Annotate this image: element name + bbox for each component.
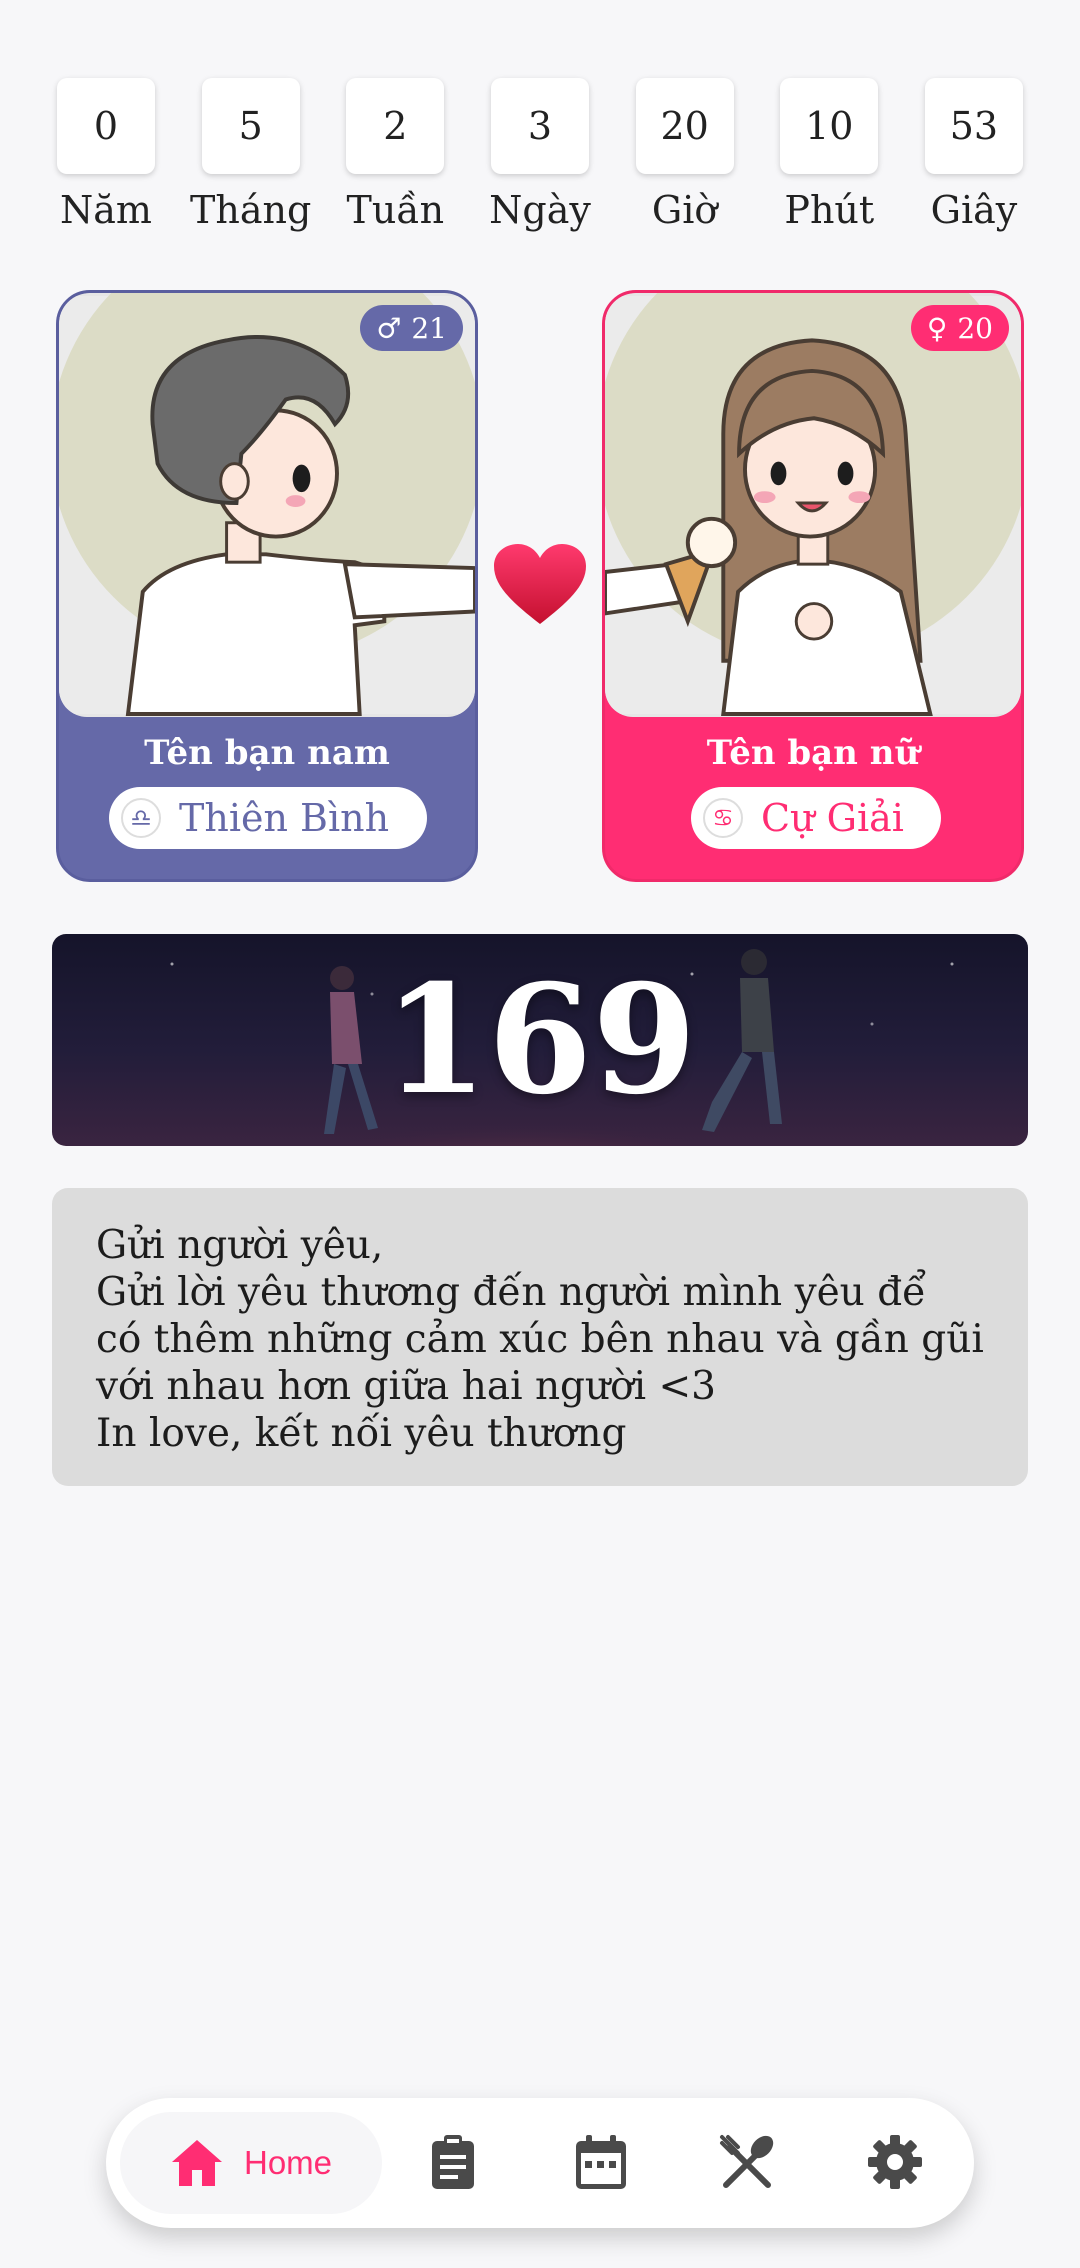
days-together-count: 169: [383, 952, 697, 1128]
nav-home-button[interactable]: Home: [120, 2112, 382, 2214]
male-name[interactable]: Tên bạn nam: [59, 733, 475, 773]
countdown-value: 5: [201, 78, 300, 174]
message-line: có thêm những cảm xúc bên nhau và gần gũ…: [96, 1317, 984, 1362]
countdown-weeks: 2 Tuần: [345, 78, 445, 232]
countdown-label: Giờ: [651, 188, 718, 232]
countdown-value: 0: [57, 78, 155, 174]
countdown-value: 3: [490, 78, 589, 174]
male-age-badge: ♂ 21: [360, 305, 463, 351]
message-line: Gửi người yêu,: [96, 1223, 384, 1268]
message-line: với nhau hơn giữa hai người <3: [96, 1364, 716, 1409]
nav-home-label: Home: [243, 2144, 333, 2181]
countdown-label: Tuần: [346, 188, 445, 232]
clipboard-icon[interactable]: [424, 2133, 482, 2191]
female-zodiac-pill[interactable]: ♋︎ Cự Giải: [691, 787, 941, 849]
countdown-hours: 20 Giờ: [635, 78, 735, 232]
countdown-label: Phút: [784, 188, 875, 232]
countdown-value: 53: [924, 78, 1023, 174]
male-gender-icon: ♂: [376, 311, 402, 345]
countdown-value: 2: [346, 78, 445, 174]
countdown-label: Tháng: [190, 188, 312, 232]
female-avatar-illustration: [605, 293, 1021, 716]
male-zodiac-pill[interactable]: ♎︎ Thiên Bình: [109, 787, 427, 849]
countdown-label: Ngày: [489, 188, 591, 232]
male-avatar-illustration: [59, 293, 475, 716]
male-age: 21: [411, 311, 447, 345]
calendar-icon[interactable]: [572, 2133, 630, 2191]
countdown-value: 20: [635, 78, 734, 174]
utensils-icon[interactable]: [718, 2133, 776, 2191]
gear-icon[interactable]: [866, 2133, 924, 2191]
countdown-label: Năm: [60, 188, 152, 232]
love-message[interactable]: Gửi người yêu, Gửi lời yêu thương đến ng…: [52, 1188, 1028, 1486]
bottom-navigation: Home: [106, 2098, 974, 2228]
female-zodiac: Cự Giải: [761, 796, 904, 840]
message-line: In love, kết nối yêu thương: [96, 1411, 627, 1456]
female-avatar[interactable]: ♀ 20: [605, 293, 1021, 717]
female-gender-icon: ♀: [926, 311, 948, 345]
male-zodiac: Thiên Bình: [179, 796, 390, 840]
countdown-months: 5 Tháng: [190, 78, 311, 232]
heart-icon: [494, 544, 586, 624]
male-avatar[interactable]: ♂ 21: [59, 293, 475, 717]
home-icon: [171, 2140, 222, 2186]
cancer-icon: ♋︎: [703, 798, 743, 838]
female-age-badge: ♀ 20: [910, 305, 1009, 351]
male-profile-card[interactable]: ♂ 21 Tên bạn nam ♎︎ Thiên Bình: [56, 290, 478, 882]
countdown-years: 0 Năm: [56, 78, 156, 232]
countdown-value: 10: [780, 78, 879, 174]
female-profile-card[interactable]: ♀ 20 Tên bạn nữ ♋︎ Cự Giải: [602, 290, 1024, 882]
libra-icon: ♎︎: [121, 798, 161, 838]
countdown: 0 Năm 5 Tháng 2 Tuần 3 Ngày 20 Giờ 10 Ph…: [56, 78, 1024, 232]
female-name[interactable]: Tên bạn nữ: [605, 733, 1021, 773]
countdown-days: 3 Ngày: [489, 78, 591, 232]
female-age: 20: [957, 311, 993, 345]
countdown-seconds: 53 Giây: [924, 78, 1024, 232]
countdown-minutes: 10 Phút: [779, 78, 879, 232]
message-line: Gửi lời yêu thương đến người mình yêu để: [96, 1270, 927, 1315]
countdown-label: Giây: [930, 188, 1018, 232]
days-together-banner[interactable]: 169: [52, 934, 1028, 1146]
